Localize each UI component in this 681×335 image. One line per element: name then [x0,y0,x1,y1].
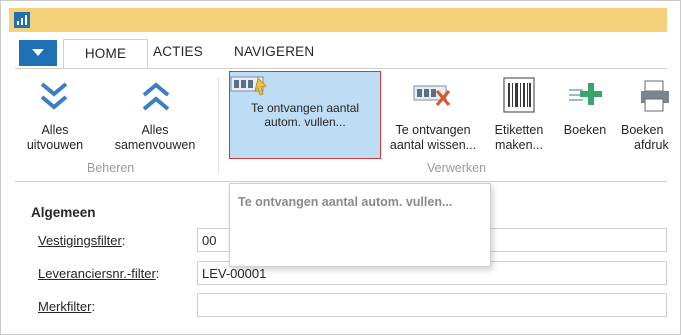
collapse-all-button[interactable]: Alles samenvouwen [105,73,205,159]
app-window: HOME ACTIES NAVIGEREN Alles uitvouwen Al… [0,0,681,335]
title-bar [9,8,667,32]
expand-all-button[interactable]: Alles uitvouwen [21,73,89,159]
field-label-text: Leveranciersnr.-filter [38,266,156,281]
ribbon-divider [15,181,667,182]
delete-quantity-button[interactable]: Te ontvangen aantal wissen... [383,73,483,159]
button-label: Boeken [621,123,664,137]
app-menu-button[interactable] [19,40,57,66]
delete-quantity-icon [413,85,451,107]
field-label-merkfilter: Merkfilter: [38,299,95,314]
button-label: aantal wissen... [389,138,477,152]
post-print-button[interactable]: Boeken afdruk [617,73,673,159]
group-separator [218,77,219,173]
tooltip: Te ontvangen aantal autom. vullen... [229,183,491,267]
tooltip-text: Te ontvangen aantal autom. vullen... [238,195,453,209]
post-print-icon [641,80,669,112]
ribbon-tabs: HOME ACTIES NAVIGEREN [15,39,667,69]
expand-all-icon [40,82,68,110]
field-label-colon: : [91,299,96,314]
app-logo-icon [14,12,30,28]
field-label-colon: : [121,233,126,248]
post-button[interactable]: Boeken [555,73,615,159]
tab-navigeren[interactable]: NAVIGEREN [234,44,314,59]
autofill-quantity-button[interactable]: Te ontvangen aantal autom. vullen... [229,71,381,159]
group-label-verwerken: Verwerken [427,161,487,175]
collapse-all-icon [142,82,170,111]
button-label: Etiketten [494,123,544,137]
ribbon: Alles uitvouwen Alles samenvouwen Behere… [15,69,669,181]
field-label-vestigingsfilter: Vestigingsfilter: [38,233,125,248]
button-label: Alles [141,123,169,137]
merkfilter-field[interactable] [197,293,667,317]
button-label: Te ontvangen aantal [250,101,360,115]
group-label-beheren: Beheren [87,161,135,175]
dropdown-arrow-icon [32,49,44,56]
tab-acties[interactable]: ACTIES [153,44,203,59]
field-label-colon: : [155,266,160,281]
button-label: Boeken [563,123,607,137]
button-label: Te ontvangen [395,123,471,137]
button-label: uitvouwen [26,138,84,152]
button-label: autom. vullen... [264,115,346,129]
field-label-leveranciersnr-filter: Leveranciersnr.-filter: [38,266,159,281]
field-label-text: Vestigingsfilter [38,233,122,248]
autofill-quantity-icon [230,76,267,96]
button-label: Alles [41,123,69,137]
tab-home[interactable]: HOME [63,39,148,69]
barcode-labels-icon [503,77,535,113]
button-label: maken... [495,138,543,152]
button-label: samenvouwen [114,138,196,152]
post-icon [569,83,602,105]
section-title: Algemeen [31,205,96,220]
button-label: afdruk [634,138,669,152]
make-labels-button[interactable]: Etiketten maken... [487,73,551,159]
field-label-text: Merkfilter [38,299,92,314]
